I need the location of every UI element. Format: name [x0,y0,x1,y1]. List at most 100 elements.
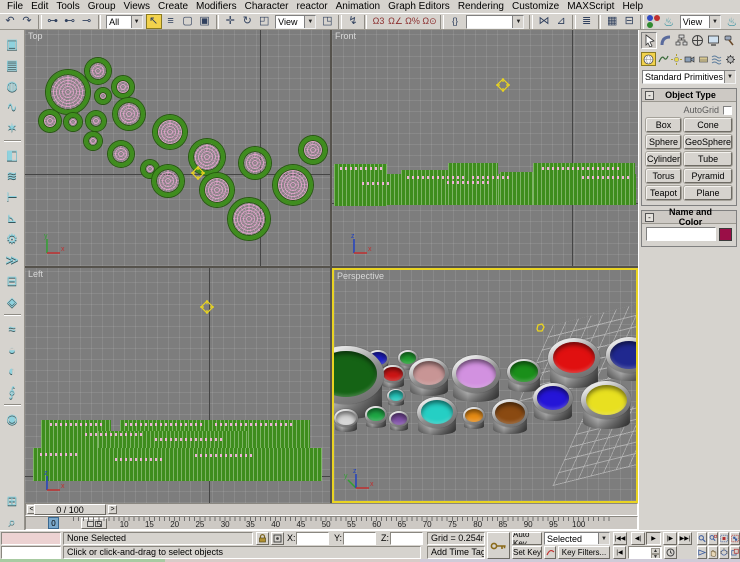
chevron-down-icon[interactable]: ▼ [709,16,720,28]
menu-help[interactable]: Help [618,0,647,13]
menu-graph-editors[interactable]: Graph Editors [384,0,454,13]
field-of-view-icon[interactable] [697,546,707,559]
paint-can-wireframe[interactable] [85,58,111,84]
paint-surface[interactable] [610,341,638,369]
paint-surface[interactable] [586,385,627,415]
paint-can-silhouette[interactable] [448,163,498,205]
linear-dashpot-icon[interactable]: ⊢ [3,188,22,205]
x-coordinate-field[interactable] [296,532,329,545]
menu-maxscript[interactable]: MAXScript [563,0,618,13]
primitive-button-sphere[interactable]: Sphere [646,135,681,149]
chevron-down-icon[interactable]: ▼ [131,16,142,28]
y-coordinate-field[interactable] [343,532,376,545]
preview-animation-icon[interactable]: ⊞ [3,492,22,509]
paint-can-wireframe[interactable] [299,136,327,164]
set-key-button[interactable]: Set Key [512,546,542,559]
transform-gizmo-icon[interactable] [496,78,510,95]
select-and-rotate-icon[interactable]: ↻ [239,14,255,29]
menu-group[interactable]: Group [84,0,120,13]
current-frame-field[interactable]: ▲▼ [628,546,662,559]
rope-collection-icon[interactable]: ∿ [3,98,22,115]
category-lights[interactable] [670,52,683,66]
tab-motion[interactable] [689,32,705,49]
plane-icon[interactable]: ◧ [3,146,22,163]
percent-snap-icon[interactable]: Ω% [404,14,420,29]
window-crossing-icon[interactable]: ▣ [197,14,213,29]
viewport-front[interactable]: Front zx [332,30,638,266]
paint-surface[interactable] [495,402,525,424]
use-pivot-center-icon[interactable]: ◳ [319,14,335,29]
soft-body-modifier-icon[interactable]: ◐ [3,362,22,379]
selection-lock-icon[interactable] [256,532,269,545]
zoom-icon[interactable] [697,532,707,545]
angle-snap-icon[interactable]: Ω∠ [387,14,403,29]
menu-animation[interactable]: Animation [332,0,384,13]
primitive-button-pyramid[interactable]: Pyramid [684,169,732,183]
paint-can-wireframe[interactable] [39,110,61,132]
key-filters-button[interactable]: Key Filters... [558,546,610,559]
paint-surface[interactable] [456,359,495,388]
category-systems[interactable] [724,52,737,66]
tab-create[interactable] [641,32,657,49]
zoom-all-icon[interactable] [708,532,718,545]
pan-icon[interactable] [708,546,718,559]
cloth-collection-icon[interactable]: ▤ [3,56,22,73]
primitive-button-box[interactable]: Box [646,118,681,132]
point-helper-icon[interactable] [535,322,546,336]
play-button[interactable]: ▶ [646,532,661,545]
current-frame-marker[interactable]: 0 [48,517,59,529]
category-shapes[interactable] [656,52,669,66]
menu-modifiers[interactable]: Modifiers [192,0,241,13]
select-and-link-icon[interactable]: ⊶ [45,14,61,29]
bind-to-space-warp-icon[interactable]: ⊸ [79,14,95,29]
render-type-dropdown[interactable]: View▼ [680,15,721,29]
auto-key-button[interactable]: Auto Key [512,532,542,545]
paint-can-wireframe[interactable] [152,165,184,197]
key-mode-toggle-button[interactable]: |◀ [613,546,626,559]
primitive-button-tube[interactable]: Tube [684,152,732,166]
chevron-down-icon[interactable]: ▼ [512,16,523,28]
layer-manager-icon[interactable]: ≣ [579,14,595,29]
object-name-field[interactable] [646,227,716,241]
snap-toggle-icon[interactable]: Ω3 [370,14,386,29]
material-editor-icon[interactable] [647,15,660,28]
chevron-down-icon[interactable]: ▼ [304,16,315,28]
undo-icon[interactable]: ↶ [2,14,18,29]
tab-modify[interactable] [657,32,673,49]
water-icon[interactable]: ≈ [3,320,22,337]
render-scene-icon[interactable]: ♨ [661,14,677,29]
named-selection-sets-icon[interactable]: {} [447,14,463,29]
menu-file[interactable]: File [3,0,27,13]
name-color-rollout-header[interactable]: - Name and Color [642,211,736,224]
menu-customize[interactable]: Customize [508,0,563,13]
viewport-left[interactable]: Left zx [25,268,330,503]
add-time-tag[interactable]: Add Time Tag [427,546,485,559]
redo-icon[interactable]: ↷ [19,14,35,29]
primitive-button-cone[interactable]: Cone [684,118,732,132]
absolute-offset-toggle-icon[interactable] [271,532,284,545]
mirror-icon[interactable]: ⋈ [536,14,552,29]
paint-can-wireframe[interactable] [228,198,270,240]
collapse-icon[interactable]: - [645,91,654,100]
reference-coordinate-dropdown[interactable]: View▼ [275,15,316,29]
named-selection-dropdown[interactable]: ▼ [466,15,524,29]
angular-dashpot-icon[interactable]: ⊾ [3,209,22,226]
spinner-snap-icon[interactable]: Ω⊙ [421,14,437,29]
select-and-scale-icon[interactable]: ◰ [256,14,272,29]
paint-can-wireframe[interactable] [113,98,145,130]
create-animation-icon[interactable]: ⌕ [3,513,22,530]
deforming-mesh-collection-icon[interactable]: ✶ [3,119,22,136]
time-slider[interactable]: < 0 / 100 > [25,503,638,516]
key-mode-dropdown[interactable]: Selected ▼ [544,532,610,545]
paint-can-wireframe[interactable] [84,132,102,150]
menu-views[interactable]: Views [120,0,155,13]
menu-character[interactable]: Character [241,0,293,13]
transform-gizmo-icon[interactable] [200,300,214,317]
select-by-name-icon[interactable]: ≡ [163,14,179,29]
autogrid-checkbox[interactable] [723,106,732,115]
paint-can-wireframe[interactable] [64,113,82,131]
transform-gizmo-icon[interactable] [191,166,205,183]
paint-surface[interactable] [336,411,356,426]
select-and-move-icon[interactable]: ✛ [222,14,238,29]
soft-body-collection-icon[interactable]: ◍ [3,77,22,94]
